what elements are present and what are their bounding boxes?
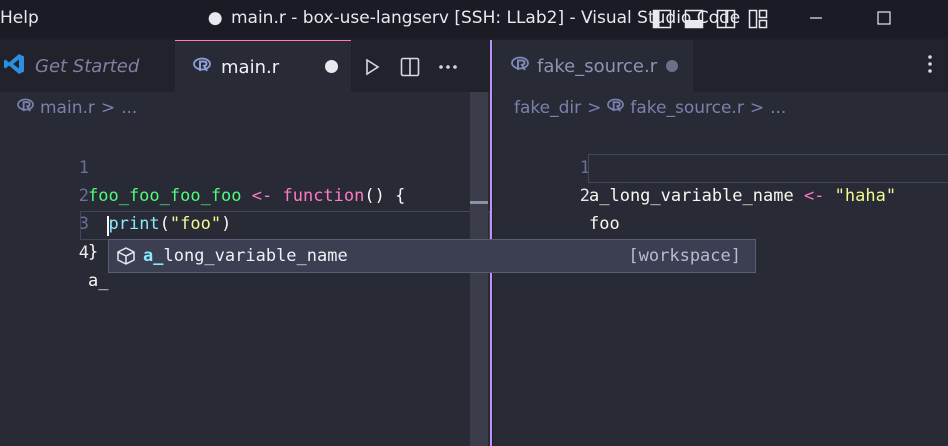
suggestion-rest: long_variable_name — [163, 246, 348, 266]
maximize-button[interactable] — [864, 4, 904, 32]
punctuation: () { — [364, 186, 406, 206]
customize-layout-icon[interactable] — [747, 8, 769, 30]
autocomplete-suggestion-widget[interactable]: a_long_variable_name [workspace] — [108, 239, 756, 273]
r-file-icon — [17, 98, 34, 118]
vscode-logo-icon — [3, 53, 25, 80]
suggestion-label[interactable]: a_long_variable_name — [143, 240, 348, 272]
line-number: 2 — [78, 186, 89, 206]
line-number: 4 — [78, 243, 89, 263]
toggle-primary-sidebar-icon[interactable] — [651, 8, 673, 30]
line-text: foo — [589, 214, 620, 234]
line-text: foo_foo_foo_foo <- function() { — [88, 182, 405, 210]
breadcrumb: main.r > ... — [17, 98, 137, 118]
line-text: a_ — [88, 271, 109, 291]
suggestion-match: a_ — [143, 246, 164, 266]
line-text: } — [88, 242, 99, 262]
editor-actions — [360, 55, 460, 79]
code-line[interactable]: 2 print("foo") — [0, 154, 232, 234]
line-number: 1 — [78, 158, 89, 178]
more-actions-icon[interactable] — [436, 55, 460, 79]
unsaved-dot: ● — [207, 8, 223, 28]
r-file-icon — [607, 98, 625, 118]
breadcrumb-dir[interactable]: fake_dir — [514, 98, 581, 118]
current-line-highlight — [80, 211, 490, 240]
line-number: 2 — [579, 186, 590, 206]
tab-main-r[interactable]: main.r — [175, 40, 351, 93]
line-text: a_long_variable_name <- "haha" — [589, 182, 896, 210]
breadcrumb-separator: > — [100, 98, 116, 118]
symbol-variable-icon — [115, 246, 137, 271]
title-bar: Help ● main.r - box-use-langserv [SSH: L… — [0, 0, 948, 38]
string-literal: "haha" — [834, 186, 897, 206]
scrollbar-cursor-marker — [470, 201, 488, 204]
toggle-panel-icon[interactable] — [683, 8, 705, 30]
tab-fake-source-r[interactable]: fake_source.r — [493, 40, 693, 92]
current-line-highlight — [588, 154, 948, 183]
variable-name: a_long_variable_name — [589, 186, 794, 206]
breadcrumb-file[interactable]: fake_source.r — [630, 98, 743, 118]
tab-get-started-label: Get Started — [35, 55, 140, 77]
text-cursor — [107, 216, 109, 236]
function-keyword: function — [282, 186, 365, 206]
unsaved-indicator[interactable] — [666, 60, 678, 72]
tab-get-started[interactable]: Get Started — [0, 40, 172, 92]
suggestion-detail: [workspace] — [628, 246, 741, 266]
line-number: 1 — [579, 158, 590, 178]
function-name: foo_foo_foo_foo — [88, 186, 242, 206]
breadcrumb-separator: > — [587, 98, 602, 118]
breadcrumb-separator: > — [749, 98, 765, 118]
r-file-icon — [193, 57, 211, 78]
assign-operator: <- — [793, 186, 835, 206]
breadcrumb-more[interactable]: ... — [121, 98, 137, 118]
breadcrumb-file[interactable]: main.r — [40, 98, 95, 118]
layout-controls — [651, 8, 769, 30]
tab-main-label: main.r — [221, 56, 280, 78]
breadcrumb: fake_dir > fake_source.r > ... — [514, 98, 786, 118]
code-line-current[interactable]: 2 foo — [493, 154, 620, 234]
code-line-current[interactable]: 4 a_ — [0, 211, 109, 291]
breadcrumb-more[interactable]: ... — [770, 98, 786, 118]
run-icon[interactable] — [360, 55, 384, 79]
code-line[interactable]: 3 } — [0, 182, 99, 262]
more-actions-icon[interactable] — [920, 54, 940, 78]
assign-operator: <- — [241, 186, 283, 206]
r-file-icon — [511, 56, 529, 77]
right-tab-bar: fake_source.r — [493, 40, 948, 92]
toggle-secondary-sidebar-icon[interactable] — [715, 8, 737, 30]
left-tab-bar: Get Started main.r — [0, 40, 490, 93]
minimize-button[interactable] — [796, 4, 836, 32]
tab-fake-source-label: fake_source.r — [537, 55, 658, 77]
code-line[interactable]: 1 foo_foo_foo_foo <- function() { — [0, 126, 406, 206]
code-line[interactable]: 1 a_long_variable_name <- "haha" — [493, 126, 896, 206]
split-editor-icon[interactable] — [398, 55, 422, 79]
unsaved-indicator[interactable] — [325, 60, 338, 73]
